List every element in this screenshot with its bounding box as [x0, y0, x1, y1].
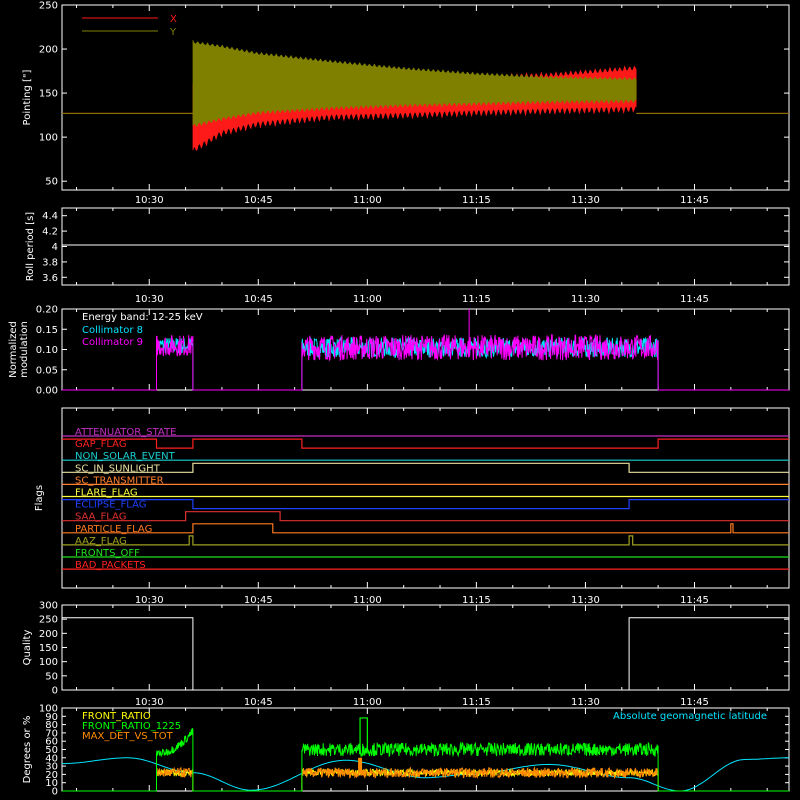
quality-xtick-label: 10:45 [244, 697, 273, 708]
pointing-ylabel: Pointing ["] [22, 69, 33, 125]
quality-ytick-label: 250 [39, 615, 58, 626]
flags-xtick-label: 11:15 [462, 595, 491, 606]
flag-line-eclipse-flag [62, 499, 789, 510]
modulation-ytick-label: 0.20 [36, 305, 58, 316]
modulation-ytick-label: 0.05 [36, 365, 58, 376]
ratios-max-det-spike [358, 757, 363, 773]
flag-label-sc-transmitter: SC_TRANSMITTER [75, 475, 164, 486]
flag-line-sc-in-sunlight [62, 462, 789, 473]
pointing-legend-label-y: Y [169, 27, 177, 38]
quality-ytick-label: 50 [45, 671, 58, 682]
roll-ytick-label: 4.4 [42, 211, 58, 222]
quality-xtick-label: 11:45 [680, 697, 709, 708]
flag-label-sc-in-sunlight: SC_IN_SUNLIGHT [75, 463, 161, 474]
pointing-legend-label-x: X [170, 14, 177, 25]
chart-figure: 50 100 150 200 250 10:30 10:45 11:00 11:15 11:30 1… [0, 0, 800, 800]
roll-panel-frame [61, 207, 790, 286]
roll-xtick-label: 11:30 [571, 294, 600, 305]
flags-xtick-label: 11:45 [680, 595, 709, 606]
pointing-xtick-label: 10:45 [244, 195, 273, 206]
quality-ytick-label: 100 [39, 657, 58, 668]
flag-line-saa-flag [62, 511, 789, 522]
quality-ytick-label: 200 [39, 629, 58, 640]
roll-ytick-label: 3.8 [42, 257, 58, 268]
roll-xtick-label: 11:15 [462, 294, 491, 305]
flag-label-fronts-off: FRONTS_OFF [75, 548, 140, 559]
modulation-series-collimator-9 [62, 333, 789, 391]
pointing-xtick-label: 10:30 [135, 195, 164, 206]
modulation-legend-label: Collimator 9 [82, 337, 143, 348]
pointing-ytick-label: 50 [45, 177, 58, 188]
flags-xtick-label: 10:45 [244, 595, 273, 606]
pointing-xtick-label: 11:00 [353, 195, 382, 206]
modulation-legend-label: Collimator 8 [82, 325, 143, 336]
quality-ytick-label: 300 [39, 601, 58, 612]
flag-label-non-solar-event: NON_SOLAR_EVENT [75, 451, 176, 462]
ratios-ylabel: Degrees or % [22, 716, 33, 784]
quality-ytick-label: 0 [52, 686, 58, 697]
flag-label-aaz-flag: AAZ_FLAG [75, 536, 127, 547]
flag-label-saa-flag: SAA_FLAG [75, 512, 126, 523]
roll-xtick-label: 11:00 [353, 294, 382, 305]
roll-ytick-label: 4 [52, 242, 58, 253]
modulation-ytick-label: 0.10 [36, 345, 58, 356]
quality-xtick-label: 11:00 [353, 697, 382, 708]
roll-ylabel: Roll period [s] [25, 212, 36, 281]
flags-xtick-label: 11:30 [571, 595, 600, 606]
quality-series-line [62, 617, 789, 691]
multi-panel-chart: 50 100 150 200 250 10:30 10:45 11:00 11:15 11:30 1… [8, 1, 790, 798]
ratios-series-max-det-vs-tot [62, 766, 789, 792]
modulation-ytick-label: 0.00 [36, 386, 58, 397]
modulation-ylabel: modulation [19, 321, 30, 378]
roll-xtick-label: 11:45 [680, 294, 709, 305]
modulation-ytick-label: 0.15 [36, 325, 58, 336]
flag-label-particle-flag: PARTICLE_FLAG [75, 524, 152, 535]
flag-label-attenuator-state: ATTENUATOR_STATE [75, 427, 176, 438]
pointing-xtick-label: 11:45 [680, 195, 709, 206]
pointing-xtick-label: 11:30 [571, 195, 600, 206]
quality-xtick-label: 11:15 [462, 697, 491, 708]
flag-line-aaz-flag [62, 535, 789, 546]
flag-label-flare-flag: FLARE_FLAG [75, 488, 138, 499]
pointing-ytick-label: 150 [39, 89, 58, 100]
modulation-ylabel: Normalized [8, 321, 19, 378]
pointing-ytick-label: 100 [39, 133, 58, 144]
flag-label-bad-packets: BAD_PACKETS [75, 560, 146, 571]
quality-xtick-label: 11:30 [571, 697, 600, 708]
ratios-ytick-label: 100 [39, 704, 58, 715]
quality-xtick-label: 10:30 [135, 697, 164, 708]
pointing-ytick-label: 250 [39, 1, 58, 12]
roll-xtick-label: 10:30 [135, 294, 164, 305]
flag-label-eclipse-flag: ECLIPSE_FLAG [75, 500, 146, 511]
ratios-front-ratio-1225-spike [359, 717, 368, 750]
flags-xtick-label: 10:30 [135, 595, 164, 606]
pointing-xtick-label: 11:15 [462, 195, 491, 206]
roll-ytick-label: 3.6 [42, 273, 58, 284]
pointing-ytick-label: 200 [39, 45, 58, 56]
flags-xtick-label: 11:00 [353, 595, 382, 606]
roll-ytick-label: 4.2 [42, 227, 58, 238]
quality-ylabel: Quality [22, 630, 33, 666]
ratios-legend-label: MAX_DET_VS_TOT [82, 731, 174, 742]
roll-xtick-label: 10:45 [244, 294, 273, 305]
flag-line-gap-flag [62, 438, 789, 449]
flag-label-gap-flag: GAP_FLAG [75, 439, 127, 450]
ratios-geomagnetic-annotation: Absolute geomagnetic latitude [613, 711, 767, 722]
quality-ytick-label: 150 [39, 643, 58, 654]
flag-line-particle-flag [62, 523, 789, 534]
flags-ylabel: Flags [34, 485, 45, 511]
modulation-energy-band-annotation: Energy band: 12-25 keV [82, 312, 203, 323]
